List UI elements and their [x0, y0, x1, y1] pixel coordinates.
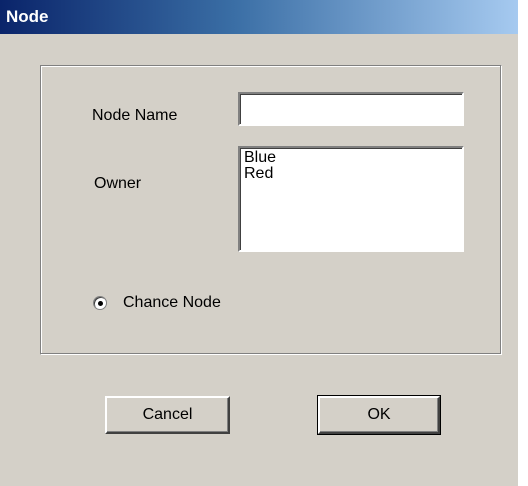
radio-selected-dot	[98, 301, 103, 306]
node-name-input[interactable]	[240, 94, 462, 124]
node-name-field-frame	[238, 92, 464, 126]
chance-node-radio[interactable]	[93, 296, 107, 310]
node-dialog: Node Node Name Owner Blue Red Chance Nod…	[0, 0, 518, 486]
owner-list: Blue Red	[240, 148, 462, 182]
window-title: Node	[6, 7, 49, 26]
owner-option-red[interactable]: Red	[244, 166, 462, 182]
owner-option-blue[interactable]: Blue	[244, 150, 462, 166]
title-bar[interactable]: Node	[0, 0, 518, 34]
owner-label: Owner	[94, 175, 142, 192]
node-name-label: Node Name	[92, 107, 178, 124]
chance-node-label[interactable]: Chance Node	[123, 293, 221, 313]
cancel-button[interactable]: Cancel	[105, 396, 230, 434]
ok-button[interactable]: OK	[317, 395, 441, 435]
owner-listbox[interactable]: Blue Red	[238, 146, 464, 252]
